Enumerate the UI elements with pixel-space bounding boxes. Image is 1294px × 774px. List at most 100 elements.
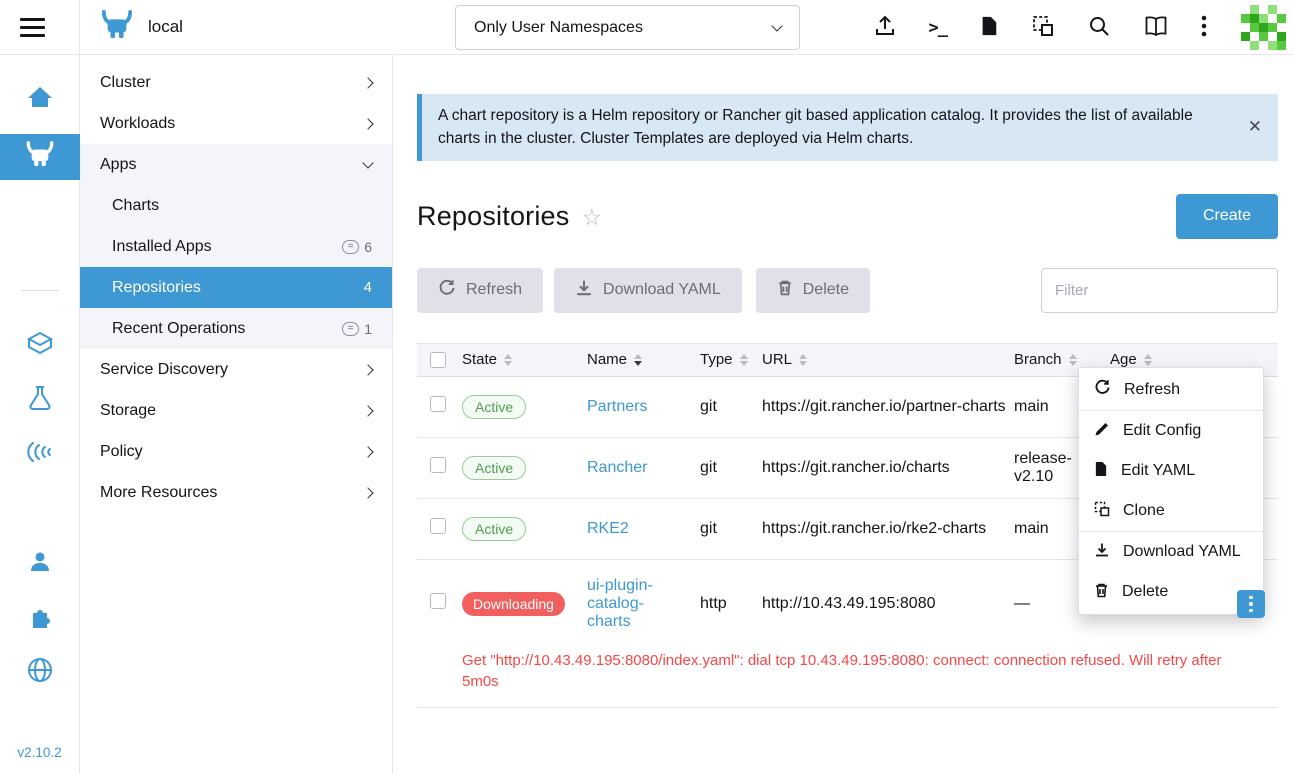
delete-button[interactable]: Delete bbox=[756, 268, 870, 313]
header-kebab-button[interactable] bbox=[1201, 14, 1207, 41]
puzzle-icon bbox=[28, 604, 52, 631]
file-icon bbox=[1094, 461, 1108, 482]
column-header-age[interactable]: Age bbox=[1110, 351, 1228, 368]
sidebar-item-label: Service Discovery bbox=[100, 361, 228, 379]
cell-type: git bbox=[700, 512, 762, 546]
namespace-filter-value: Only User Namespaces bbox=[474, 19, 643, 37]
menu-item-delete[interactable]: Delete bbox=[1079, 572, 1263, 612]
chevron-down-icon bbox=[362, 157, 373, 168]
row-checkbox[interactable] bbox=[430, 396, 446, 412]
column-header-type[interactable]: Type bbox=[700, 351, 762, 368]
row-actions-button[interactable] bbox=[1237, 590, 1265, 618]
snippet-button[interactable] bbox=[1031, 14, 1055, 41]
hamburger-menu-icon[interactable] bbox=[20, 18, 45, 37]
shell-icon: >_ bbox=[929, 18, 947, 38]
sort-icon bbox=[1144, 354, 1152, 366]
cluster-logo-area[interactable]: local bbox=[100, 10, 183, 45]
repo-name-link[interactable]: Rancher bbox=[587, 459, 647, 476]
info-banner-text: A chart repository is a Helm repository … bbox=[438, 104, 1228, 151]
column-header-name[interactable]: Name bbox=[587, 351, 700, 368]
sidebar-item-service-discovery[interactable]: Service Discovery bbox=[80, 349, 392, 390]
chevron-right-icon bbox=[362, 446, 373, 457]
fleet-button[interactable] bbox=[26, 439, 54, 468]
download-yaml-button[interactable]: Download YAML bbox=[554, 268, 742, 313]
cell-url: https://git.rancher.io/rke2-charts bbox=[762, 512, 1014, 546]
status-badge: Active bbox=[462, 456, 526, 480]
repo-name-link[interactable]: ui-plugin-catalog-charts bbox=[587, 577, 653, 630]
sidebar-item-cluster[interactable]: Cluster bbox=[80, 62, 392, 103]
column-header-branch[interactable]: Branch bbox=[1014, 351, 1110, 368]
status-badge: Active bbox=[462, 517, 526, 541]
menu-item-edit-config[interactable]: Edit Config bbox=[1079, 411, 1263, 451]
flask-icon bbox=[28, 385, 52, 414]
column-label: Age bbox=[1110, 351, 1137, 368]
search-button[interactable] bbox=[1087, 14, 1111, 41]
column-label: URL bbox=[762, 351, 792, 368]
menu-item-download-yaml[interactable]: Download YAML bbox=[1079, 532, 1263, 572]
title-row: Repositories ☆ Create bbox=[417, 194, 1278, 239]
global-settings-button[interactable] bbox=[27, 657, 53, 686]
filter-input[interactable] bbox=[1041, 268, 1278, 313]
sidebar-item-label: More Resources bbox=[100, 484, 217, 502]
row-checkbox[interactable] bbox=[430, 593, 446, 609]
favorite-star-icon[interactable]: ☆ bbox=[581, 204, 602, 231]
search-icon bbox=[1087, 14, 1111, 41]
docs-button[interactable] bbox=[1143, 14, 1169, 41]
import-yaml-button[interactable] bbox=[873, 14, 897, 41]
sidebar-item-label: Policy bbox=[100, 443, 143, 461]
count-value: 1 bbox=[364, 321, 372, 337]
sidebar-item-label: Recent Operations bbox=[112, 320, 245, 338]
cell-url: https://git.rancher.io/partner-charts bbox=[762, 390, 1014, 424]
sidebar-item-storage[interactable]: Storage bbox=[80, 390, 392, 431]
column-header-state[interactable]: State bbox=[462, 351, 587, 368]
menu-item-label: Edit Config bbox=[1123, 422, 1201, 440]
select-all-checkbox[interactable] bbox=[430, 352, 446, 368]
sidebar-item-policy[interactable]: Policy bbox=[80, 431, 392, 472]
user-avatar[interactable] bbox=[1241, 5, 1286, 50]
menu-item-clone[interactable]: Clone bbox=[1079, 491, 1263, 531]
create-button[interactable]: Create bbox=[1176, 194, 1278, 239]
sidebar-item-recent-operations[interactable]: Recent Operations = 1 bbox=[80, 308, 392, 349]
view-yaml-button[interactable] bbox=[979, 14, 999, 41]
chevron-right-icon bbox=[362, 364, 373, 375]
chevron-right-icon bbox=[362, 77, 373, 88]
home-button[interactable] bbox=[27, 85, 53, 112]
row-checkbox[interactable] bbox=[430, 457, 446, 473]
sidebar-item-apps[interactable]: Apps bbox=[80, 144, 392, 185]
pencil-icon bbox=[1094, 421, 1110, 442]
rail-item-apps-active[interactable] bbox=[0, 134, 80, 180]
sidebar-item-workloads[interactable]: Workloads bbox=[80, 103, 392, 144]
namespace-filter-select[interactable]: Only User Namespaces bbox=[455, 5, 800, 50]
menu-item-refresh[interactable]: Refresh bbox=[1079, 370, 1263, 410]
sort-icon bbox=[799, 354, 807, 366]
sidebar-item-label: Cluster bbox=[100, 74, 151, 92]
sidebar-item-charts[interactable]: Charts bbox=[80, 185, 392, 226]
column-label: Branch bbox=[1014, 351, 1062, 368]
chevron-down-icon bbox=[771, 20, 782, 31]
column-header-url[interactable]: URL bbox=[762, 351, 1014, 368]
repo-error-message: Get "http://10.43.49.195:8080/index.yaml… bbox=[417, 648, 1278, 707]
sidebar-item-installed-apps[interactable]: Installed Apps = 6 bbox=[80, 226, 392, 267]
extensions-button[interactable] bbox=[28, 604, 52, 631]
trash-icon bbox=[1094, 582, 1109, 603]
refresh-button[interactable]: Refresh bbox=[417, 268, 543, 313]
users-button[interactable] bbox=[28, 550, 52, 577]
sidebar-item-more-resources[interactable]: More Resources bbox=[80, 472, 392, 513]
resource-count: = 6 bbox=[342, 239, 372, 255]
row-checkbox[interactable] bbox=[430, 518, 446, 534]
namespace-count-icon: = bbox=[342, 240, 359, 254]
kubectl-shell-button[interactable]: >_ bbox=[929, 18, 947, 38]
repo-name-link[interactable]: RKE2 bbox=[587, 520, 629, 537]
sidebar-item-repositories[interactable]: Repositories 4 bbox=[80, 267, 392, 308]
repo-name-link[interactable]: Partners bbox=[587, 398, 647, 415]
bulk-actions-row: Refresh Download YAML Delete bbox=[417, 268, 1278, 313]
icon-rail: v2.10.2 bbox=[0, 55, 80, 774]
apps-nav-group: Apps Charts Installed Apps = 6 Repositor… bbox=[80, 144, 392, 349]
close-icon[interactable]: ✕ bbox=[1248, 117, 1262, 137]
cluster-management-button[interactable] bbox=[27, 331, 53, 358]
lab-button[interactable] bbox=[28, 385, 52, 414]
apps-cattle-icon bbox=[25, 141, 55, 173]
menu-item-edit-yaml[interactable]: Edit YAML bbox=[1079, 451, 1263, 491]
download-icon bbox=[1094, 542, 1110, 563]
namespace-count-icon: = bbox=[342, 322, 359, 336]
